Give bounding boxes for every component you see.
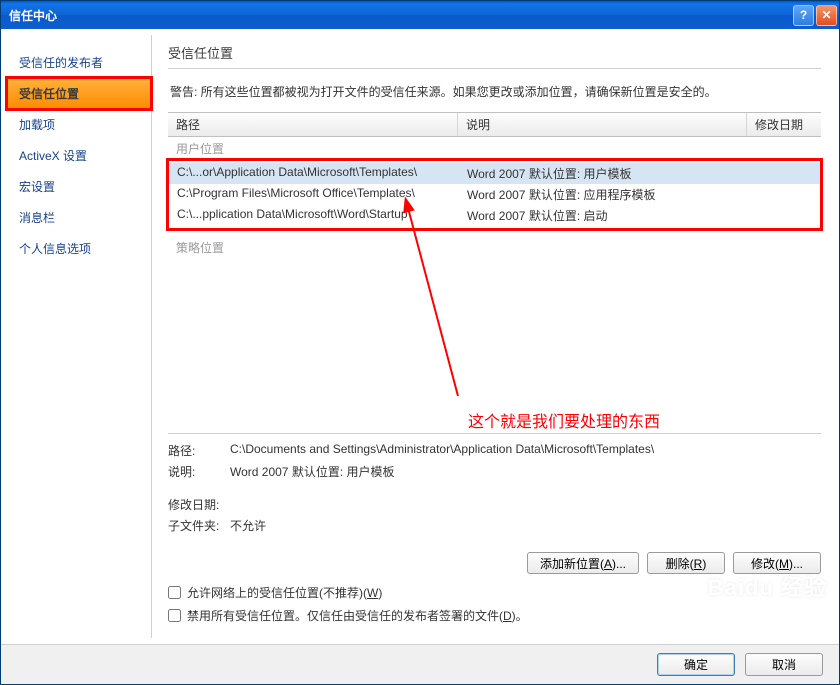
row-desc: Word 2007 默认位置: 用户模板: [467, 165, 812, 182]
group-policy-locations: 策略位置: [168, 231, 821, 256]
col-date-header[interactable]: 修改日期: [747, 113, 821, 136]
detail-sub-value: 不允许: [230, 517, 266, 534]
detail-path-value: C:\Documents and Settings\Administrator\…: [230, 442, 654, 459]
group-user-locations: 用户位置: [168, 137, 821, 160]
row-path: C:\...or\Application Data\Microsoft\Temp…: [177, 165, 467, 182]
disable-all-checkbox[interactable]: [168, 609, 181, 622]
sidebar-item-trusted-publishers[interactable]: 受信任的发布者: [7, 47, 151, 78]
close-button[interactable]: ✕: [816, 5, 837, 26]
detail-path-label: 路径:: [168, 442, 230, 459]
col-path-header[interactable]: 路径: [168, 113, 458, 136]
disable-all-label[interactable]: 禁用所有受信任位置。仅信任由受信任的发布者签署的文件(D)。: [187, 607, 528, 624]
sidebar-item-privacy[interactable]: 个人信息选项: [7, 233, 151, 264]
add-location-button[interactable]: 添加新位置(A)...: [527, 552, 639, 574]
table-header: 路径 说明 修改日期: [168, 112, 821, 137]
dialog-footer: 确定 取消: [1, 644, 839, 684]
remove-button[interactable]: 删除(R): [647, 552, 725, 574]
row-path: C:\Program Files\Microsoft Office\Templa…: [177, 186, 467, 203]
modify-button[interactable]: 修改(M)...: [733, 552, 821, 574]
table-row[interactable]: C:\...or\Application Data\Microsoft\Temp…: [169, 163, 820, 184]
col-desc-header[interactable]: 说明: [458, 113, 747, 136]
sidebar-item-addins[interactable]: 加载项: [7, 109, 151, 140]
annotation-text: 这个就是我们要处理的东西: [468, 408, 660, 432]
detail-desc-value: Word 2007 默认位置: 用户模板: [230, 463, 395, 480]
ok-button[interactable]: 确定: [657, 653, 735, 676]
detail-sub-label: 子文件夹:: [168, 517, 230, 534]
sidebar-item-message-bar[interactable]: 消息栏: [7, 202, 151, 233]
details-pane: 路径: C:\Documents and Settings\Administra…: [168, 433, 821, 538]
allow-network-label[interactable]: 允许网络上的受信任位置(不推荐)(W): [187, 584, 382, 601]
row-desc: Word 2007 默认位置: 应用程序模板: [467, 186, 812, 203]
table-row[interactable]: C:\...pplication Data\Microsoft\Word\Sta…: [169, 205, 820, 226]
sidebar: 受信任的发布者 受信任位置 加载项 ActiveX 设置 宏设置 消息栏 个人信…: [7, 35, 152, 638]
row-path: C:\...pplication Data\Microsoft\Word\Sta…: [177, 207, 467, 224]
sidebar-item-trusted-locations[interactable]: 受信任位置: [7, 78, 151, 109]
row-desc: Word 2007 默认位置: 启动: [467, 207, 812, 224]
detail-date-label: 修改日期:: [168, 496, 230, 513]
warning-text: 警告: 所有这些位置都被视为打开文件的受信任来源。如果您更改或添加位置，请确保新…: [170, 83, 819, 100]
locations-highlight-box: C:\...or\Application Data\Microsoft\Temp…: [166, 158, 823, 231]
titlebar[interactable]: 信任中心 ? ✕: [1, 1, 839, 29]
detail-desc-label: 说明:: [168, 463, 230, 480]
window-title: 信任中心: [3, 7, 793, 24]
table-row[interactable]: C:\Program Files\Microsoft Office\Templa…: [169, 184, 820, 205]
sidebar-item-macros[interactable]: 宏设置: [7, 171, 151, 202]
cancel-button[interactable]: 取消: [745, 653, 823, 676]
allow-network-checkbox[interactable]: [168, 586, 181, 599]
sidebar-item-activex[interactable]: ActiveX 设置: [7, 140, 151, 171]
panel-title: 受信任位置: [168, 43, 821, 69]
main-panel: 受信任位置 警告: 所有这些位置都被视为打开文件的受信任来源。如果您更改或添加位…: [152, 29, 839, 644]
help-button[interactable]: ?: [793, 5, 814, 26]
